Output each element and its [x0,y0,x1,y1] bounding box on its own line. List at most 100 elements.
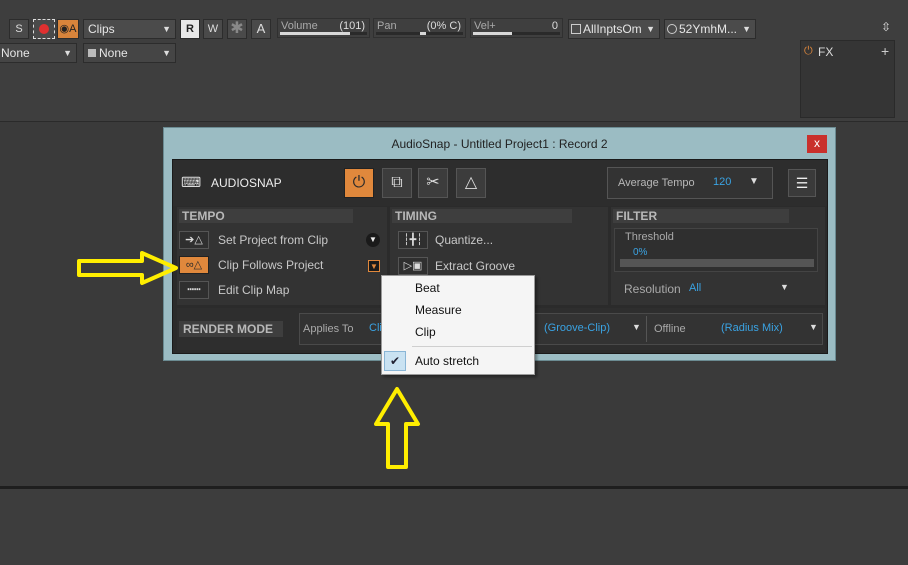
a-button[interactable]: A [251,19,271,39]
pan-slider[interactable]: Pan (0% C) [373,18,466,38]
input-echo-icon[interactable]: ◉A [57,19,79,39]
audiosnap-header: ⌨ AUDIOSNAP ⏻ ⧉ ✂ △ Average Tempo 120 ▼ … [173,160,827,206]
fx-bin[interactable]: ⏻ FX + [800,40,895,118]
output-select[interactable]: 52YmhM... ▼ [664,19,756,39]
dialog-title: AudioSnap - Untitled Project1 : Record 2 [391,137,608,151]
fx-label: FX [818,45,834,59]
velocity-fill [473,32,513,35]
extract-groove-icon[interactable]: ▷▣ [398,257,428,275]
menu-list-icon[interactable]: ☰ [788,169,816,197]
input-select[interactable]: AllInptsOm ▼ [568,19,660,39]
track-header: S ◉A Clips ▼ R W ✱ A Volume (101) Pan (0%… [0,0,908,122]
write-automation-button[interactable]: W [203,19,223,39]
set-project-from-clip[interactable]: Set Project from Clip [218,233,328,247]
filter-heading: FILTER [613,209,789,223]
close-button[interactable]: x [807,135,827,153]
add-fx-icon[interactable]: + [881,43,889,59]
asterisk-icon[interactable]: ✱ [227,19,247,39]
render-mode-bar[interactable]: Applies To Cli (Groove-Clip) ▼ Offline (… [299,313,823,345]
average-tempo-label: Average Tempo [618,177,695,189]
chevron-down-icon: ▼ [780,282,789,292]
metronome-button[interactable]: △ [456,168,486,198]
groove-clip-mode[interactable]: (Groove-Clip) [544,322,610,334]
none-select-2[interactable]: None ▼ [83,43,176,63]
chevron-down-icon: ▼ [63,48,72,58]
divider [646,316,647,342]
resolution-value: All [689,282,702,294]
timing-heading: TIMING [392,209,572,223]
threshold-label: Threshold [625,231,674,243]
edit-clip-map[interactable]: Edit Clip Map [218,283,289,297]
threshold-control[interactable]: Threshold 0% [614,228,818,272]
chevron-down-icon: ▼ [632,322,641,332]
auto-stretch-label: Auto stretch [415,354,480,368]
checkmark-icon: ✔ [384,351,406,371]
power-icon: ⏻ [352,174,366,191]
clip-view-button[interactable]: ⧉ [382,168,412,198]
chevron-down-icon: ▼ [742,24,751,34]
average-tempo-field[interactable]: Average Tempo 120 ▼ [607,167,773,199]
velocity-value: 0 [551,20,558,32]
chevron-down-icon: ▼ [809,322,818,332]
tempo-section: TEMPO ➔△ Set Project from Clip ▼ ∞△ Clip… [177,207,387,305]
menu-item-beat[interactable]: Beat [382,277,534,299]
threshold-slider-track[interactable] [620,259,814,267]
none-select-2-value: None [99,46,128,60]
average-tempo-value: 120 [713,176,732,188]
chevron-down-icon: ▼ [749,176,759,187]
input-select-value: AllInptsOm [583,22,642,36]
render-mode-heading: RENDER MODE [179,321,283,337]
clip-follows-menu: Beat Measure Clip ✔ Auto stretch [381,275,535,375]
pan-fill [419,32,426,35]
output-select-value: 52YmhM... [679,22,738,36]
clip-follows-dropdown-icon[interactable]: ▼ [368,260,380,272]
power-icon[interactable]: ⏻ [804,45,813,58]
chevron-down-icon: ▼ [162,24,171,34]
offline-render-mode[interactable]: (Radius Mix) [721,322,783,334]
menu-item-measure[interactable]: Measure [382,299,534,321]
volume-value: (101) [339,20,365,32]
quantize-icon[interactable]: ┆╋┆ [398,231,428,249]
threshold-value: 0% [633,247,648,258]
read-automation-button[interactable]: R [180,19,200,39]
volume-fill [280,32,350,35]
record-arm-button[interactable] [33,19,55,39]
resolution-select[interactable]: All ▼ [686,279,792,297]
quantize[interactable]: Quantize... [435,233,493,247]
audiosnap-title: AUDIOSNAP [211,176,282,190]
chevron-down-icon: ▼ [646,24,655,34]
menu-item-clip[interactable]: Clip [382,321,534,343]
pan-value: (0% C) [426,20,461,32]
clips-select[interactable]: Clips ▼ [83,19,176,39]
set-project-dropdown-icon[interactable]: ▼ [366,233,380,247]
menu-separator [412,346,532,347]
solo-button[interactable]: S [9,19,29,39]
clip-icon: ⧉ [391,174,403,191]
clip-follows-project-icon[interactable]: ∞△ [179,256,209,274]
audiosnap-enable-button[interactable]: ⏻ [344,168,374,198]
applies-to-value[interactable]: Cli [369,322,382,334]
expand-collapse-icon[interactable]: ⇳ [881,20,891,34]
annotation-arrow-up-icon [374,387,420,469]
scissors-icon: ✂ [426,174,440,191]
volume-slider[interactable]: Volume (101) [277,18,370,38]
annotation-arrow-right-icon [77,251,178,285]
output-port-icon [667,24,677,34]
patch-icon [88,49,96,57]
split-beats-button[interactable]: ✂ [418,168,448,198]
menu-item-auto-stretch[interactable]: ✔ Auto stretch [382,350,534,372]
metronome-icon: △ [464,174,478,191]
offline-label: Offline [654,323,686,335]
set-project-icon[interactable]: ➔△ [179,231,209,249]
volume-label: Volume [281,20,318,32]
clip-map-icon[interactable]: ┅┅ [179,281,209,299]
pan-label: Pan [377,20,397,32]
extract-groove[interactable]: Extract Groove [435,259,515,273]
applies-to-label: Applies To [303,323,354,335]
clips-select-value: Clips [88,22,115,36]
clip-follows-project[interactable]: Clip Follows Project [218,258,323,272]
none-select-1[interactable]: None ▼ [0,43,77,63]
velocity-slider[interactable]: Vel+ 0 [470,18,563,38]
record-icon [39,24,49,34]
none-select-1-value: None [1,46,30,60]
